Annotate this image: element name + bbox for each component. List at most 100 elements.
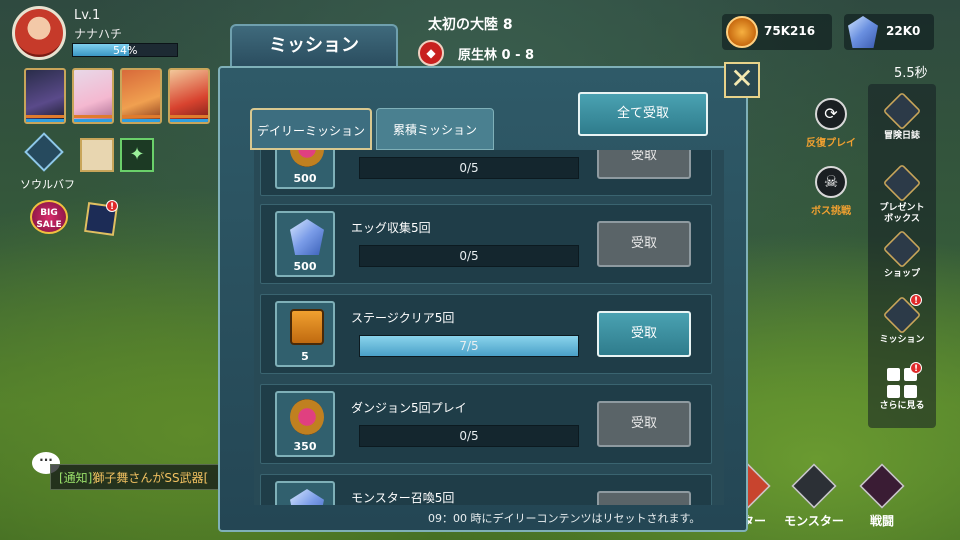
monster-button-label: モンスター [784, 514, 844, 528]
modal-title-tab: ミッション [230, 24, 398, 68]
blue-gem-icon [290, 489, 324, 505]
replay-label: 反復プレイ [806, 138, 856, 149]
reward-box [275, 481, 335, 505]
mission-title: モンスター召喚5回 [351, 491, 455, 505]
gem-amount: 22K0 [886, 24, 921, 38]
mission-title: エッグ収集5回 [351, 221, 431, 235]
skull-icon: ☠ [815, 166, 847, 198]
player-level: Lv.1 [74, 8, 101, 23]
shop-icon [882, 229, 922, 269]
mission-progress-text: 0/5 [459, 161, 479, 175]
notice-text: 獅子舞さんがSS武器[ [92, 471, 209, 485]
tab-cumulative-missions[interactable]: 累積ミッション [376, 108, 494, 150]
claim-button[interactable]: 受取 [597, 221, 691, 267]
modal-title: ミッション [269, 35, 359, 56]
mission-list[interactable]: 500 0/5 受取 500 エッグ収集5回 0/5 受取 5 ステージクリア5… [254, 150, 724, 505]
party-slot-rabbit[interactable] [72, 68, 114, 124]
gold-counter[interactable]: 75K216 [722, 14, 832, 50]
menu-label-more: さらに見る [879, 401, 925, 411]
menu-item-gift-box[interactable]: プレゼント ボックス [868, 163, 936, 225]
reward-quantity: 500 [293, 260, 317, 273]
reward-box: 5 [275, 301, 335, 367]
reward-quantity: 350 [293, 440, 317, 453]
reward-box: 500 [275, 150, 335, 189]
ticket-icon [290, 309, 324, 345]
stage-emblem-icon: ◆ [418, 40, 444, 66]
soul-buff-label: ソウルバフ [20, 178, 75, 191]
mission-row: モンスター召喚5回 [260, 474, 712, 505]
menu-label-gift-box: プレゼント ボックス [879, 203, 925, 224]
reward-quantity: 500 [293, 172, 317, 185]
menu-label-mission: ミッション [879, 335, 925, 345]
tab-daily-missions[interactable]: デイリーミッション [250, 108, 372, 150]
gem-icon [848, 16, 878, 48]
claim-button[interactable]: 受取 [597, 401, 691, 447]
scroll-icon[interactable] [80, 138, 114, 172]
more-alert-badge: ! [910, 362, 922, 374]
system-notice-bar[interactable]: [通知]獅子舞さんがSS武器[ [50, 464, 220, 490]
mission-progress-text: 0/5 [459, 429, 479, 443]
menu-item-more[interactable]: さらに見る ! [868, 362, 936, 412]
reward-quantity: 5 [301, 350, 309, 363]
mission-row: 350 ダンジョン5回プレイ 0/5 受取 [260, 384, 712, 464]
close-button[interactable]: ✕ [724, 62, 760, 98]
claim-button[interactable]: 受取 [597, 311, 691, 357]
exp-percent: 54% [113, 44, 138, 57]
party-roster [24, 68, 210, 124]
mission-progress-bar: 0/5 [359, 425, 579, 447]
journal-icon [882, 91, 922, 131]
mission-progress-text: 0/5 [459, 249, 479, 263]
exp-bar: 54% [72, 43, 178, 57]
bottom-battle-button[interactable]: 戦闘 [852, 463, 912, 529]
right-side-menu: 冒険日誌 プレゼント ボックス ショップ ミッション ! さらに見る ! [868, 84, 936, 428]
party-slot-dragon[interactable] [120, 68, 162, 124]
event-alert-badge: ! [106, 200, 118, 212]
mission-progress-bar: 7/5 [359, 335, 579, 357]
claim-button[interactable]: 受取 [597, 150, 691, 179]
mission-progress-bar: 0/5 [359, 245, 579, 267]
reward-box: 500 [275, 211, 335, 277]
mission-title: ステージクリア5回 [351, 311, 455, 325]
claim-button[interactable] [597, 491, 691, 505]
soul-buff-icon[interactable] [24, 132, 64, 172]
menu-item-journal[interactable]: 冒険日誌 [868, 91, 936, 142]
refresh-icon: ⟳ [815, 98, 847, 130]
party-slot-hero[interactable] [168, 68, 210, 124]
replay-button[interactable]: ⟳ 反復プレイ [800, 98, 862, 149]
player-avatar[interactable] [12, 6, 66, 60]
reward-box: 350 [275, 391, 335, 457]
boss-label: ボス挑戦 [811, 206, 851, 217]
gem-counter[interactable]: 22K0 [844, 14, 934, 50]
player-name: ナナハチ [74, 27, 123, 41]
menu-item-mission[interactable]: ミッション ! [868, 294, 936, 346]
gold-coin-icon [726, 16, 758, 48]
big-sale-button[interactable]: BIG SALE [30, 200, 68, 234]
pink-gem-coin-icon [290, 399, 324, 435]
mission-title: ダンジョン5回プレイ [351, 401, 467, 415]
blue-gem-icon [290, 219, 324, 255]
menu-label-journal: 冒険日誌 [883, 131, 920, 141]
stage-label: 原生林 0 - 8 [458, 48, 535, 63]
mission-row: 500 0/5 受取 [260, 150, 712, 196]
gift-icon [882, 163, 922, 203]
mission-progress-bar: 0/5 [359, 157, 579, 179]
mission-row: 5 ステージクリア5回 7/5 受取 [260, 294, 712, 374]
timer-readout: 5.5秒 [894, 66, 928, 81]
claim-all-button[interactable]: 全て受取 [578, 92, 708, 136]
notice-tag: [通知] [59, 471, 93, 485]
gold-amount: 75K216 [764, 24, 816, 38]
menu-label-shop: ショップ [883, 269, 920, 279]
reset-notice: 09：00 時にデイリーコンテンツはリセットされます。 [428, 512, 701, 525]
monster-icon [791, 463, 837, 509]
boss-challenge-button[interactable]: ☠ ボス挑戦 [800, 166, 862, 217]
mission-row: 500 エッグ収集5回 0/5 受取 [260, 204, 712, 284]
menu-item-shop[interactable]: ショップ [868, 229, 936, 280]
continent-title: 太初の大陸 8 [428, 17, 513, 33]
battle-icon [859, 463, 905, 509]
bottom-monster-button[interactable]: モンスター [784, 463, 844, 529]
mission-alert-badge: ! [910, 294, 922, 306]
ghost-icon[interactable]: ✦ [120, 138, 154, 172]
party-slot-wolf[interactable] [24, 68, 66, 124]
mission-progress-text: 7/5 [459, 339, 479, 353]
battle-button-label: 戦闘 [869, 514, 894, 528]
